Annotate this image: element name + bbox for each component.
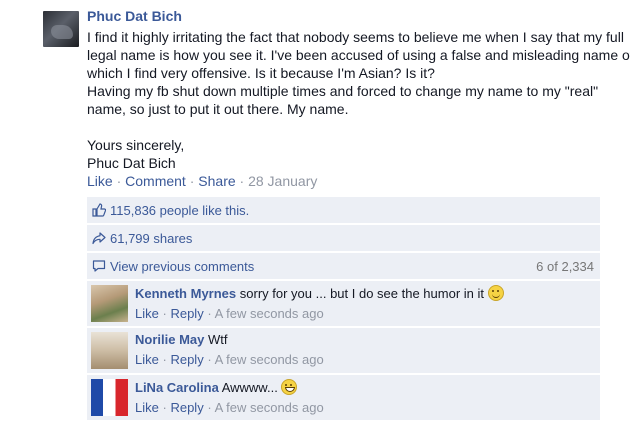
separator: · [162,400,167,415]
comment-text: sorry for you ... but I do see the humor… [239,286,484,301]
view-previous-comments-link[interactable]: View previous comments [110,259,254,274]
post-line: legal name is how you see it. I've been … [87,47,630,63]
post-line: I find it highly irritating the fact tha… [87,29,624,45]
comment-item: Norilie May Wtf Like · Reply · A few sec… [87,328,600,373]
author-avatar[interactable] [43,11,79,47]
commenter-avatar[interactable] [91,379,128,416]
post-date[interactable]: 28 January [248,173,317,189]
comment-link[interactable]: Comment [125,173,186,189]
post-author-name[interactable]: Phuc Dat Bich [87,8,607,26]
post-signature: Phuc Dat Bich [87,155,176,171]
separator: · [116,173,122,189]
comment-timestamp[interactable]: A few seconds ago [215,306,324,321]
post-line: which I find very offensive. Is it becau… [87,65,435,81]
comment-item: LiNa Carolina Awwww... Like · Reply · A … [87,375,600,420]
commenter-name[interactable]: Kenneth Myrnes [135,286,236,301]
comment-item: Kenneth Myrnes sorry for you ... but I d… [87,281,600,326]
post: Phuc Dat Bich I find it highly irritatin… [87,8,630,172]
likes-row: 115,836 people like this. [87,197,600,223]
smile-emoji-icon [487,285,504,301]
share-arrow-icon [92,231,106,245]
likes-count-link[interactable]: 115,836 people like this. [110,203,249,218]
comment-timestamp[interactable]: A few seconds ago [215,352,324,367]
commenter-avatar[interactable] [91,332,128,369]
shares-row: 61,799 shares [87,225,600,251]
comment-like-link[interactable]: Like [135,352,159,367]
like-link[interactable]: Like [87,173,113,189]
post-line: name, so just to put it out there. My na… [87,101,349,117]
view-previous-row: View previous comments 6 of 2,334 [87,253,600,279]
comment-reply-link[interactable]: Reply [170,400,203,415]
comment-text: Wtf [207,332,228,347]
post-line: Having my fb shut down multiple times an… [87,83,599,99]
comment-like-link[interactable]: Like [135,400,159,415]
comment-text: Awwww... [221,380,278,395]
comment-bubble-icon [92,259,106,273]
shares-count-link[interactable]: 61,799 shares [110,231,192,246]
comment-pager-count: 6 of 2,334 [536,259,594,274]
feedback-area: 115,836 people like this. 61,799 shares … [87,197,600,422]
grin-emoji-icon [281,379,298,395]
comment-reply-link[interactable]: Reply [170,306,203,321]
separator: · [207,400,212,415]
separator: · [162,352,167,367]
post-actions: Like · Comment · Share · 28 January [87,173,317,189]
separator: · [162,306,167,321]
post-body: I find it highly irritating the fact tha… [87,28,630,172]
commenter-name[interactable]: Norilie May [135,332,204,347]
post-signoff: Yours sincerely, [87,137,185,153]
separator: · [239,173,245,189]
separator: · [207,306,212,321]
commenter-name[interactable]: LiNa Carolina [135,380,219,395]
comment-reply-link[interactable]: Reply [170,352,203,367]
commenter-avatar[interactable] [91,285,128,322]
share-link[interactable]: Share [198,173,235,189]
thumbs-up-icon [92,203,106,217]
comment-timestamp[interactable]: A few seconds ago [215,400,324,415]
comment-like-link[interactable]: Like [135,306,159,321]
separator: · [207,352,212,367]
separator: · [189,173,195,189]
